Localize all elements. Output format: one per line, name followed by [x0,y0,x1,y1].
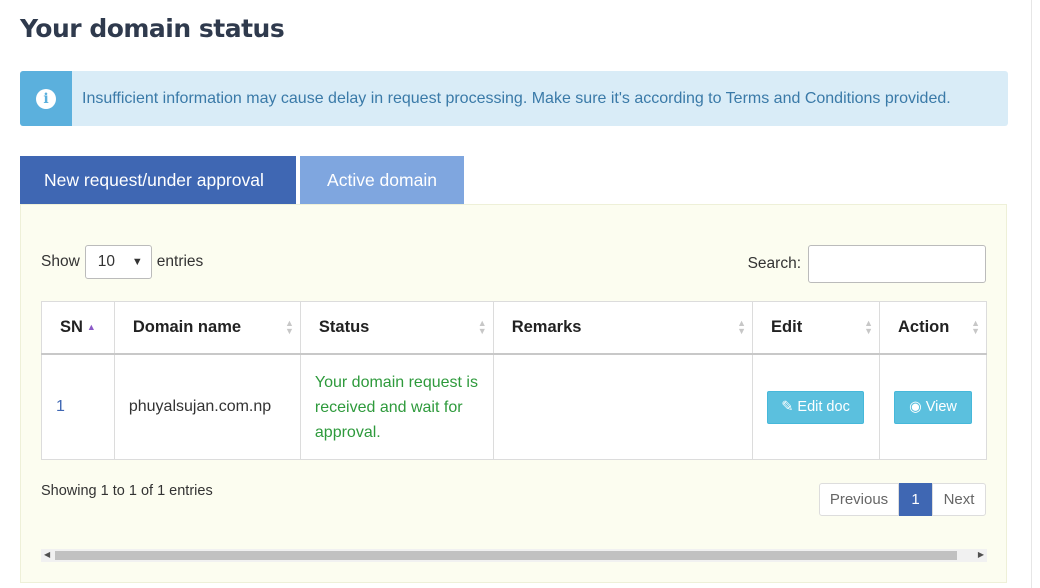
horizontal-scrollbar[interactable]: ◀ ▶ [41,549,987,562]
column-header-domain[interactable]: Domain name ▲ ▼ [113,301,301,355]
column-header-action[interactable]: Action ▲ ▼ [879,301,987,355]
search-input[interactable] [808,245,986,283]
page-1-button[interactable]: 1 [899,483,932,516]
entries-label: entries [156,253,204,270]
edit-doc-label: Edit doc [797,399,850,415]
view-button[interactable]: ◉ View [894,390,972,424]
sort-asc-icon: ▲ [86,322,96,332]
tab-new-request[interactable]: New request/under approval [20,156,296,205]
chevron-down-icon: ▼ [131,256,143,268]
info-alert: i Insufficient information may cause del… [20,71,1008,126]
tab-bar: New request/under approval Active domain [20,156,464,205]
edit-icon: ✎ [781,399,794,415]
page-edge-divider [1031,0,1032,588]
cell-remarks [492,353,754,460]
next-button[interactable]: Next [932,483,986,516]
entries-select-value: 10 [97,253,116,270]
column-header-status[interactable]: Status ▲ ▼ [299,301,494,355]
sort-icon: ▲ ▼ [737,318,747,336]
sort-icon: ▲ ▼ [477,318,487,336]
tab-panel: Show 10 ▼ entries Search: SN ▲ Domain nam… [20,204,1007,583]
search-control: Search: [748,245,986,283]
cell-sn: 1 [41,353,115,460]
show-label: Show [41,253,80,270]
sort-icon: ▲ ▼ [971,318,980,336]
page-title: Your domain status [20,14,285,43]
cell-action: ◉ View [879,353,987,460]
view-label: View [925,399,957,415]
pagination: Previous 1 Next [819,483,986,516]
info-circle-icon: i [36,88,56,109]
alert-icon-box: i [20,71,72,126]
alert-message: Insufficient information may cause delay… [82,89,951,107]
domain-table: SN ▲ Domain name ▲ ▼ Status ▲ ▼ Remarks ▲ ▼ Edi… [41,301,987,460]
entries-select[interactable]: 10 ▼ [84,245,152,279]
scroll-right-icon[interactable]: ▶ [978,550,984,559]
eye-icon: ◉ [909,399,922,415]
cell-status: Your domain request is received and wait… [299,353,494,460]
column-header-remarks[interactable]: Remarks ▲ ▼ [492,301,754,355]
edit-doc-button[interactable]: ✎ Edit doc [767,390,865,424]
sort-icon: ▲ ▼ [864,318,873,336]
previous-button[interactable]: Previous [819,483,899,516]
scrollbar-thumb[interactable] [55,551,957,560]
table-info: Showing 1 to 1 of 1 entries [41,483,213,499]
column-header-edit[interactable]: Edit ▲ ▼ [752,301,880,355]
sort-icon: ▲ ▼ [284,318,294,336]
entries-length-control: Show 10 ▼ entries [41,245,203,279]
cell-domain: phuyalsujan.com.np [113,353,301,460]
scroll-left-icon[interactable]: ◀ [44,550,50,559]
table-header-row: SN ▲ Domain name ▲ ▼ Status ▲ ▼ Remarks ▲ ▼ Edi… [41,301,987,355]
search-label: Search: [747,255,801,272]
tab-active-domain[interactable]: Active domain [300,156,464,205]
cell-edit: ✎ Edit doc [752,353,880,460]
column-header-sn[interactable]: SN ▲ [41,301,115,355]
table-row: 1 phuyalsujan.com.np Your domain request… [41,353,987,460]
